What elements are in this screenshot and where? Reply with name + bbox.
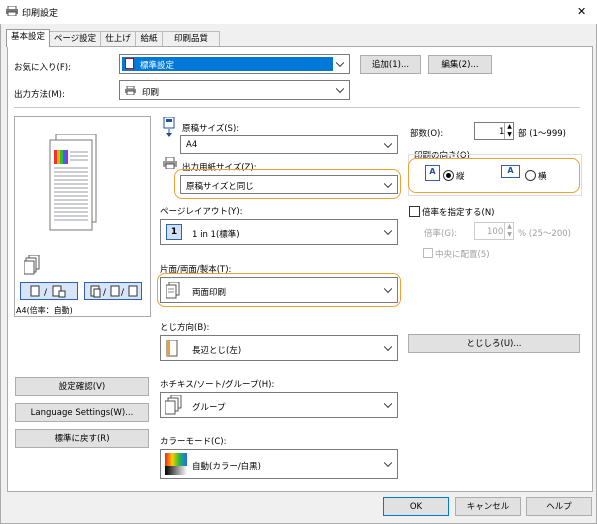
spin-up-icon[interactable]: ▲ [504,223,514,231]
portrait-label: 縦 [456,172,465,182]
group-pages-icon [164,394,187,416]
spin-up-icon[interactable]: ▲ [504,123,514,131]
portrait-page-icon: A [425,165,440,181]
scaling-ratio-spinner[interactable]: 100 ▲ ▼ [474,222,514,240]
title-bar: 印刷設定 ✕ [0,0,597,24]
scaling-range: % (25〜200) [518,229,571,239]
landscape-page-icon: A [501,165,520,178]
svg-text:/: / [121,288,125,298]
help-button[interactable]: ヘルプ [526,497,592,516]
landscape-label: 横 [538,172,547,182]
page-layout-label: ページレイアウト(Y): [160,207,243,217]
chevron-down-icon [383,139,393,148]
printer-icon [6,5,18,17]
binding-direction-select[interactable]: 長辺とじ(左) [160,335,398,361]
tab-finishing[interactable]: 仕上げ [100,31,136,47]
favorites-edit-button[interactable]: 編集(2)... [428,55,492,74]
output-method-select[interactable]: 印刷 [119,80,350,100]
close-icon[interactable]: ✕ [577,5,586,18]
favorites-label: お気に入り(F): [14,63,71,73]
center-checkbox[interactable] [423,248,433,258]
original-size-value: A4 [186,140,198,150]
output-paper-size-value: 原稿サイズと同じ [186,182,254,192]
output-method-label: 出力方法(M): [14,90,65,100]
color-gradient-icon [165,453,187,475]
color-mode-select[interactable]: 自動(カラー/白黒) [160,449,398,479]
scaling-ratio-label: 倍率(G): [424,229,458,239]
center-checkbox-label: 中央に配置(5) [435,250,490,260]
chevron-down-icon [383,179,393,188]
stack-icon [23,254,40,275]
color-mode-label: カラーモード(C): [160,437,227,447]
cancel-button[interactable]: キャンセル [455,497,521,516]
duplex-view-button[interactable]: / / [84,282,142,300]
chevron-down-icon [335,84,345,94]
ok-button[interactable]: OK [383,497,449,516]
tab-print-quality[interactable]: 印刷品質 [162,31,220,47]
chevron-down-icon [383,284,393,294]
single-sided-view-button[interactable]: / [20,282,78,300]
document-icon [125,58,134,69]
spin-down-icon[interactable]: ▼ [504,131,514,139]
favorites-value: 標準設定 [140,61,175,71]
preview-page [46,133,102,238]
scaling-checkbox[interactable] [409,206,420,217]
page-layout-value: 1 in 1(標準) [192,230,240,240]
original-size-icon [163,116,175,137]
chevron-down-icon [383,399,393,409]
chevron-down-icon [383,458,393,468]
duplex-value: 両面印刷 [192,288,227,298]
output-paper-icon [163,156,177,170]
tab-page-setup[interactable]: ページ設定 [49,31,101,47]
duplex-page-icon [165,281,180,299]
tab-basic[interactable]: 基本設定 [6,29,50,47]
printer-icon [125,85,136,96]
language-settings-button[interactable]: Language Settings(W)... [15,403,149,422]
binding-left-icon [166,339,178,357]
stapler-label: ホチキス/ソート/グループ(H): [160,380,275,390]
window-title: 印刷設定 [22,9,59,19]
copies-range: 部 (1〜999) [518,129,566,139]
chevron-down-icon [383,342,393,352]
duplex-select[interactable]: 両面印刷 [160,277,398,303]
preview-caption: A4(倍率：自動) [16,306,73,315]
tab-paper-source[interactable]: 給紙 [135,31,163,47]
scaling-ratio-value: 100 [487,227,504,237]
radio-landscape[interactable] [525,170,536,181]
binding-direction-value: 長辺とじ(左) [192,346,242,356]
output-method-value: 印刷 [142,88,160,98]
radio-portrait[interactable] [443,170,454,181]
chevron-down-icon [335,58,345,68]
chevron-down-icon [383,226,393,236]
scaling-checkbox-label: 倍率を指定する(N) [422,208,495,218]
binding-margin-button[interactable]: とじしろ(U)... [408,334,580,353]
color-mode-value: 自動(カラー/白黒) [192,462,261,472]
original-size-select[interactable]: A4 [180,135,398,154]
svg-text:/: / [103,288,107,298]
divider [14,107,580,108]
page-layout-select[interactable]: 1 1 in 1(標準) [160,219,398,245]
copies-spinner[interactable]: 1 ▲ ▼ [474,122,514,140]
copies-label: 部数(O): [410,129,444,139]
svg-text:/: / [44,288,48,298]
favorites-select[interactable]: 標準設定 [119,54,350,74]
binding-direction-label: とじ方向(B): [160,323,210,333]
spin-down-icon[interactable]: ▼ [504,231,514,239]
favorites-add-button[interactable]: 追加(1)... [360,55,421,74]
original-size-label: 原稿サイズ(S): [182,124,240,134]
stapler-select[interactable]: グループ [160,392,398,418]
layout-1in1-icon: 1 [166,224,182,240]
restore-defaults-button[interactable]: 標準に戻す(R) [15,429,149,448]
output-paper-size-select[interactable]: 原稿サイズと同じ [180,175,398,194]
stapler-value: グループ [192,403,226,413]
settings-confirm-button[interactable]: 設定確認(V) [15,377,149,396]
